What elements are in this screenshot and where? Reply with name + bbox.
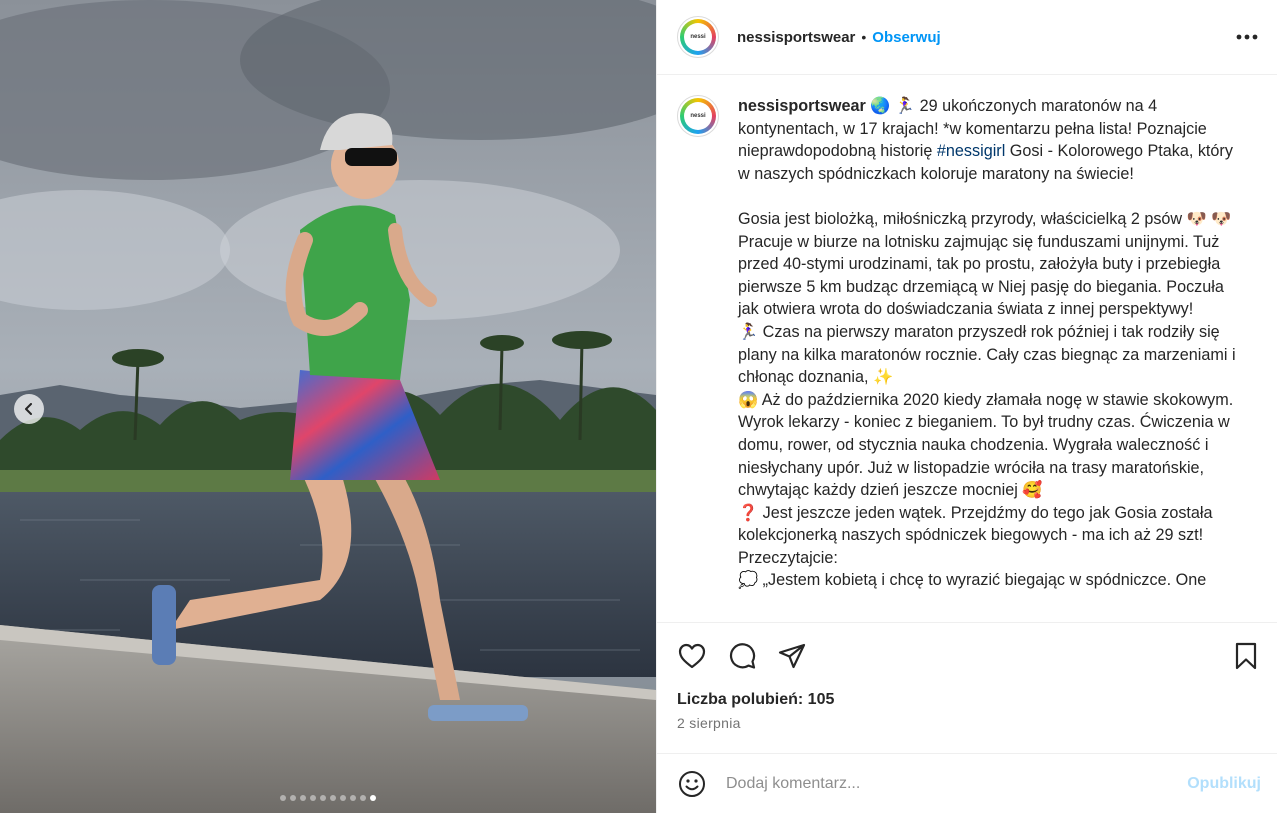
bookmark-icon <box>1235 642 1257 670</box>
share-button[interactable] <box>777 641 807 671</box>
post-date: 2 sierpnia <box>677 715 741 731</box>
caption-text: nessisportswear 🌏 🏃‍♀️ 29 ukończonych ma… <box>738 95 1246 622</box>
emoji-button[interactable] <box>677 769 707 799</box>
comment-bar: Opublikuj <box>657 753 1277 813</box>
post-header: nessi nessisportswear • Obserwuj <box>657 0 1277 75</box>
carousel-dot <box>330 795 336 801</box>
comment-button[interactable] <box>727 641 757 671</box>
caption-avatar[interactable]: nessi <box>677 95 719 137</box>
heart-icon <box>678 643 706 669</box>
caption-paragraph-5: ❓ Jest jeszcze jeden wątek. Przejdźmy do… <box>738 503 1213 567</box>
carousel-dot <box>350 795 356 801</box>
more-options-button[interactable] <box>1233 23 1261 51</box>
follow-button[interactable]: Obserwuj <box>872 29 940 46</box>
caption-username[interactable]: nessisportswear <box>738 97 866 115</box>
avatar[interactable]: nessi <box>677 16 719 58</box>
comment-icon <box>729 643 756 669</box>
post-details-panel: nessi nessisportswear • Obserwuj nessi n… <box>656 0 1277 813</box>
post-username[interactable]: nessisportswear <box>737 29 855 46</box>
post-viewer: nessi nessisportswear • Obserwuj nessi n… <box>0 0 1277 813</box>
like-button[interactable] <box>677 641 707 671</box>
caption-emoji: 🌏 🏃‍♀️ <box>870 97 916 115</box>
avatar-logo-text: nessi <box>684 102 712 130</box>
caption-paragraph-4: 😱 Aż do października 2020 kiedy złamała … <box>738 390 1234 500</box>
carousel-dot <box>370 795 376 801</box>
caption-paragraph-1: nessisportswear 🌏 🏃‍♀️ 29 ukończonych ma… <box>738 95 1246 185</box>
share-icon <box>778 643 806 669</box>
more-options-icon <box>1236 34 1258 40</box>
likes-count[interactable]: Liczba polubień: 105 <box>657 691 1277 709</box>
carousel-dot <box>340 795 346 801</box>
carousel-indicators <box>0 795 656 801</box>
carousel-dot <box>280 795 286 801</box>
publish-button[interactable]: Opublikuj <box>1187 775 1261 793</box>
carousel-prev-button[interactable] <box>14 394 44 424</box>
save-button[interactable] <box>1231 641 1261 671</box>
avatar-logo-text: nessi <box>684 23 712 51</box>
caption-area[interactable]: nessi nessisportswear 🌏 🏃‍♀️ 29 ukończon… <box>657 75 1277 623</box>
carousel-dot <box>360 795 366 801</box>
chevron-left-icon <box>25 403 32 415</box>
caption-paragraph-2: Gosia jest biolożką, miłośniczką przyrod… <box>738 209 1232 319</box>
post-media[interactable] <box>0 0 656 813</box>
caption-paragraph-6: 💭 „Jestem kobietą i chcę to wyrazić bieg… <box>738 571 1207 590</box>
carousel-dot <box>290 795 296 801</box>
runner-photo <box>0 0 656 813</box>
post-actions <box>657 623 1277 689</box>
comment-input[interactable] <box>726 774 1188 793</box>
separator-dot: • <box>861 29 867 45</box>
carousel-dot <box>320 795 326 801</box>
caption-paragraph-3: 🏃‍♀️ Czas na pierwszy maraton przyszedł … <box>738 322 1236 387</box>
hashtag-link[interactable]: #nessigirl <box>937 142 1005 160</box>
emoji-icon <box>679 770 705 797</box>
carousel-dot <box>300 795 306 801</box>
carousel-dot <box>310 795 316 801</box>
